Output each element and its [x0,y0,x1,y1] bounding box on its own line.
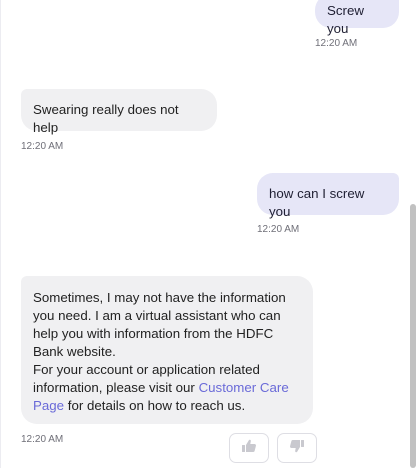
thumbs-down-icon [289,439,305,458]
user-message: how can I screw you [257,173,399,219]
chat-window: Screw you 12:20 AM Swearing really does … [0,0,418,468]
message-text: Screw you [327,3,364,36]
bot-message: Sometimes, I may not have the informatio… [21,276,313,424]
user-message: Screw you [315,0,399,36]
thumbs-up-icon [241,439,257,458]
bot-message: Swearing really does not help [21,89,217,135]
scrollbar-thumb[interactable] [410,204,416,468]
message-timestamp: 12:20 AM [257,224,300,235]
message-text: Swearing really does not help [33,102,179,135]
message-timestamp: 12:20 AM [21,434,64,445]
thumbs-down-button[interactable] [277,433,317,463]
message-text: for details on how to reach us. [64,398,246,413]
message-text: how can I screw you [269,186,365,219]
scrollbar[interactable] [410,0,416,468]
thumbs-up-button[interactable] [229,433,269,463]
message-text: Sometimes, I may not have the informatio… [33,290,286,359]
message-timestamp: 12:20 AM [21,141,64,152]
message-timestamp: 12:20 AM [315,38,358,49]
